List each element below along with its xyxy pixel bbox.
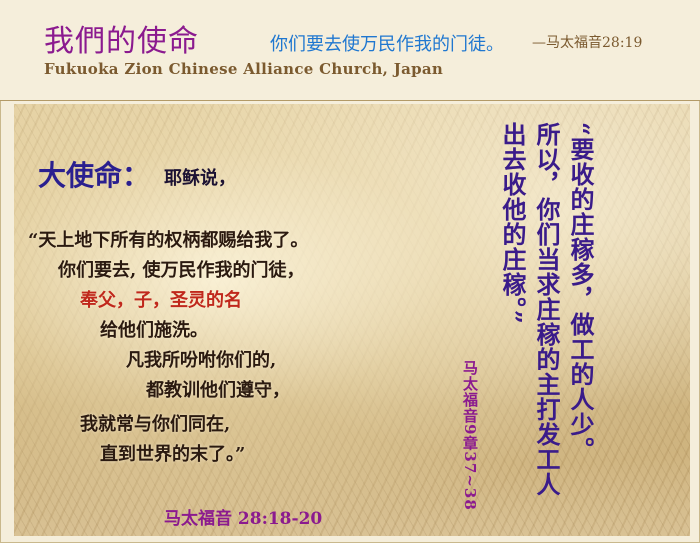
verse-line: 都教训他们遵守， [146, 380, 290, 401]
verse-line: 给他们施洗。 [100, 320, 208, 341]
verse-line-highlight: 奉父，子，圣灵的名 [80, 290, 242, 311]
verse-line: “天上地下所有的权柄都赐给我了。 [28, 230, 309, 251]
harvest-reference: 马太福音9章37~38 [461, 360, 479, 511]
verse-line: 直到世界的末了。” [100, 444, 246, 465]
verse-line: 我就常与你们同在, [80, 414, 231, 435]
great-commission-label: 大使命： [38, 159, 151, 192]
harvest-column: 所以，你们当求庄稼的主打发工人 [532, 122, 561, 497]
wheat-field-panel: 大使命： 耶稣说， “天上地下所有的权柄都赐给我了。 你们要去, 使万民作我的门… [14, 104, 690, 536]
church-name: Fukuoka Zion Chinese Alliance Church, Ja… [44, 60, 444, 78]
header-divider [0, 100, 700, 101]
verse-line: 凡我所吩咐你们的, [126, 350, 277, 371]
harvest-column: 出去收他的庄稼。” [498, 122, 527, 325]
jesus-said-text: 耶稣说， [164, 168, 236, 189]
header: 我們的使命 你们要去使万民作我的门徒。 —马太福音28:19 Fukuoka Z… [0, 0, 700, 100]
harvest-column: “要收的庄稼多，做工的人少。 [566, 122, 595, 462]
verse-line: 你们要去, 使万民作我的门徒， [58, 260, 305, 281]
header-verse-reference: —马太福音28:19 [532, 35, 643, 51]
header-verse: 你们要去使万民作我的门徒。 [270, 34, 504, 55]
page-title: 我們的使命 [44, 24, 199, 59]
mission-reference: 马太福音 28:18-20 [164, 509, 323, 529]
